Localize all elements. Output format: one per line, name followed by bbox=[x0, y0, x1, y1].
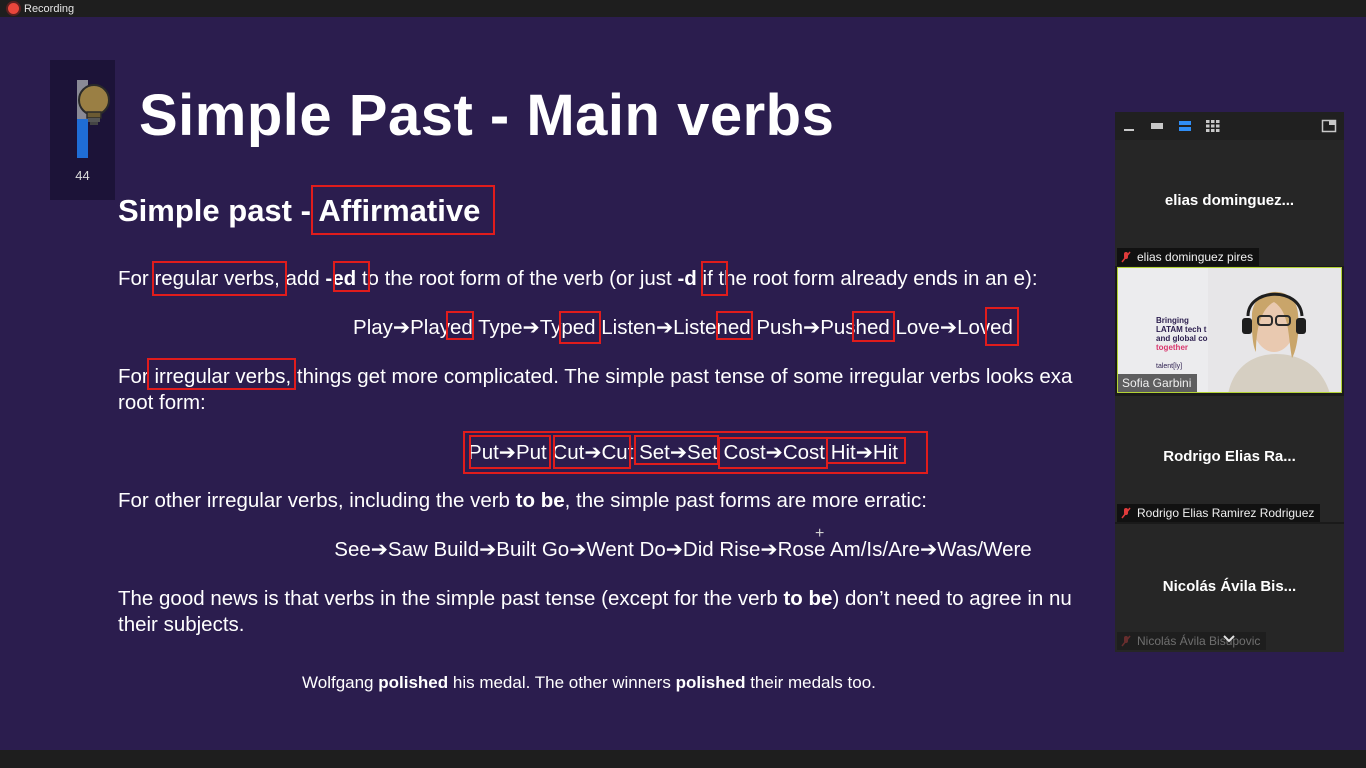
text-run: if the root form already ends in an e): bbox=[696, 267, 1038, 290]
highlight-box bbox=[333, 261, 370, 292]
participant-tag-label: Rodrigo Elias Ramirez Rodriguez bbox=[1137, 506, 1315, 520]
highlight-box bbox=[446, 311, 474, 340]
highlight-box bbox=[701, 261, 728, 296]
speaker-view-icon[interactable] bbox=[1177, 119, 1193, 133]
text-run: their medals too. bbox=[745, 673, 876, 692]
participant-name-tag: elias dominguez pires bbox=[1117, 248, 1260, 266]
text-run: For bbox=[118, 267, 155, 290]
participant-tag-label: Nicolás Ávila Bisupovic bbox=[1137, 634, 1261, 648]
highlight-box bbox=[826, 437, 906, 464]
lightbulb-icon bbox=[78, 84, 110, 125]
erratic-paragraph: For other irregular verbs, including the… bbox=[118, 488, 927, 514]
recording-icon bbox=[8, 3, 19, 14]
participant-tile[interactable]: Rodrigo Elias Ra... Rodrigo Elias Ramire… bbox=[1115, 396, 1344, 522]
exit-fullscreen-icon[interactable] bbox=[1321, 119, 1337, 133]
text-run: to be bbox=[515, 489, 565, 512]
text-run: their subjects. bbox=[118, 613, 245, 636]
mic-muted-icon bbox=[1121, 507, 1131, 519]
participant-tile[interactable]: Nicolás Ávila Bis... Nicolás Ávila Bisup… bbox=[1115, 524, 1344, 652]
text-run: polished bbox=[675, 673, 746, 692]
text-run: to the root form of the verb (or just bbox=[356, 267, 678, 290]
gallery-toolbar bbox=[1115, 112, 1344, 140]
text-run: For other irregular verbs, including the… bbox=[118, 489, 516, 512]
highlight-box bbox=[147, 358, 296, 390]
poster-line: Bringing bbox=[1156, 316, 1189, 325]
participant-tag-label: elias dominguez pires bbox=[1137, 250, 1254, 264]
text-run: to be bbox=[783, 587, 833, 610]
text-run: ) don’t need to agree in nu bbox=[832, 587, 1072, 610]
highlight-box bbox=[311, 185, 495, 235]
mic-muted-icon bbox=[1121, 635, 1131, 647]
mic-muted-icon bbox=[1121, 251, 1131, 263]
text-run: root form: bbox=[118, 391, 206, 414]
top-bar bbox=[0, 0, 1366, 17]
text-run: Wolfgang bbox=[302, 673, 379, 692]
text-run: , things get more complicated. The simpl… bbox=[285, 365, 1073, 388]
participant-name-tag: Rodrigo Elias Ramirez Rodriguez bbox=[1117, 504, 1321, 522]
slide-title: Simple Past - Main verbs bbox=[139, 83, 835, 148]
gallery-view-icon[interactable] bbox=[1205, 119, 1221, 133]
participant-video-feed bbox=[1208, 268, 1341, 392]
minimize-icon[interactable] bbox=[1121, 119, 1137, 133]
text-run: , the simple past forms are more erratic… bbox=[564, 489, 927, 512]
highlight-box bbox=[553, 435, 631, 469]
agreement-paragraph: The good news is that verbs in the simpl… bbox=[118, 586, 1072, 638]
highlight-box bbox=[152, 261, 287, 296]
text-run: -d bbox=[677, 267, 697, 290]
highlight-box bbox=[634, 435, 719, 465]
participant-tile[interactable]: elias dominguez... elias dominguez pires bbox=[1115, 140, 1344, 266]
participant-name-tag: Sofia Garbini bbox=[1118, 374, 1198, 392]
poster-logo-text: talent[ly] bbox=[1156, 363, 1183, 370]
participant-gallery: elias dominguez... elias dominguez pires… bbox=[1115, 112, 1344, 652]
highlight-box bbox=[469, 435, 551, 469]
scroll-down-icon[interactable] bbox=[1222, 632, 1236, 646]
highlight-box bbox=[852, 311, 895, 342]
slide-number: 44 bbox=[75, 168, 90, 183]
participant-display-name: Nicolás Ávila Bis... bbox=[1162, 578, 1297, 595]
participant-display-name: Rodrigo Elias Ra... bbox=[1163, 448, 1296, 465]
participant-tag-label: Sofia Garbini bbox=[1122, 376, 1192, 390]
highlight-box bbox=[718, 437, 828, 469]
highlight-box bbox=[559, 311, 601, 344]
highlight-box bbox=[716, 311, 753, 340]
text-run: The good news is that verbs in the simpl… bbox=[118, 587, 784, 610]
subtitle-prefix: Simple past - bbox=[118, 193, 319, 228]
participant-display-name: elias dominguez... bbox=[1164, 192, 1295, 209]
recording-label: Recording bbox=[24, 2, 75, 15]
poster-line: together bbox=[1156, 343, 1188, 352]
crosshair-cursor-icon: + bbox=[815, 525, 825, 542]
small-view-icon[interactable] bbox=[1149, 119, 1165, 133]
participant-video-tile-active[interactable]: Bringing LATAM tech t and global co toge… bbox=[1117, 267, 1342, 393]
participant-name-tag: Nicolás Ávila Bisupovic bbox=[1117, 632, 1267, 650]
highlight-box bbox=[985, 307, 1019, 346]
text-run: his medal. The other winners bbox=[448, 673, 676, 692]
text-run: polished bbox=[378, 673, 449, 692]
bottom-bar bbox=[0, 750, 1366, 768]
slide-badge: 44 bbox=[50, 60, 115, 200]
poster-line: LATAM tech t bbox=[1156, 325, 1207, 334]
recording-indicator[interactable]: Recording bbox=[8, 0, 74, 17]
poster-line: and global co bbox=[1156, 334, 1208, 343]
example-sentence: Wolfgang polished his medal. The other w… bbox=[302, 672, 876, 694]
